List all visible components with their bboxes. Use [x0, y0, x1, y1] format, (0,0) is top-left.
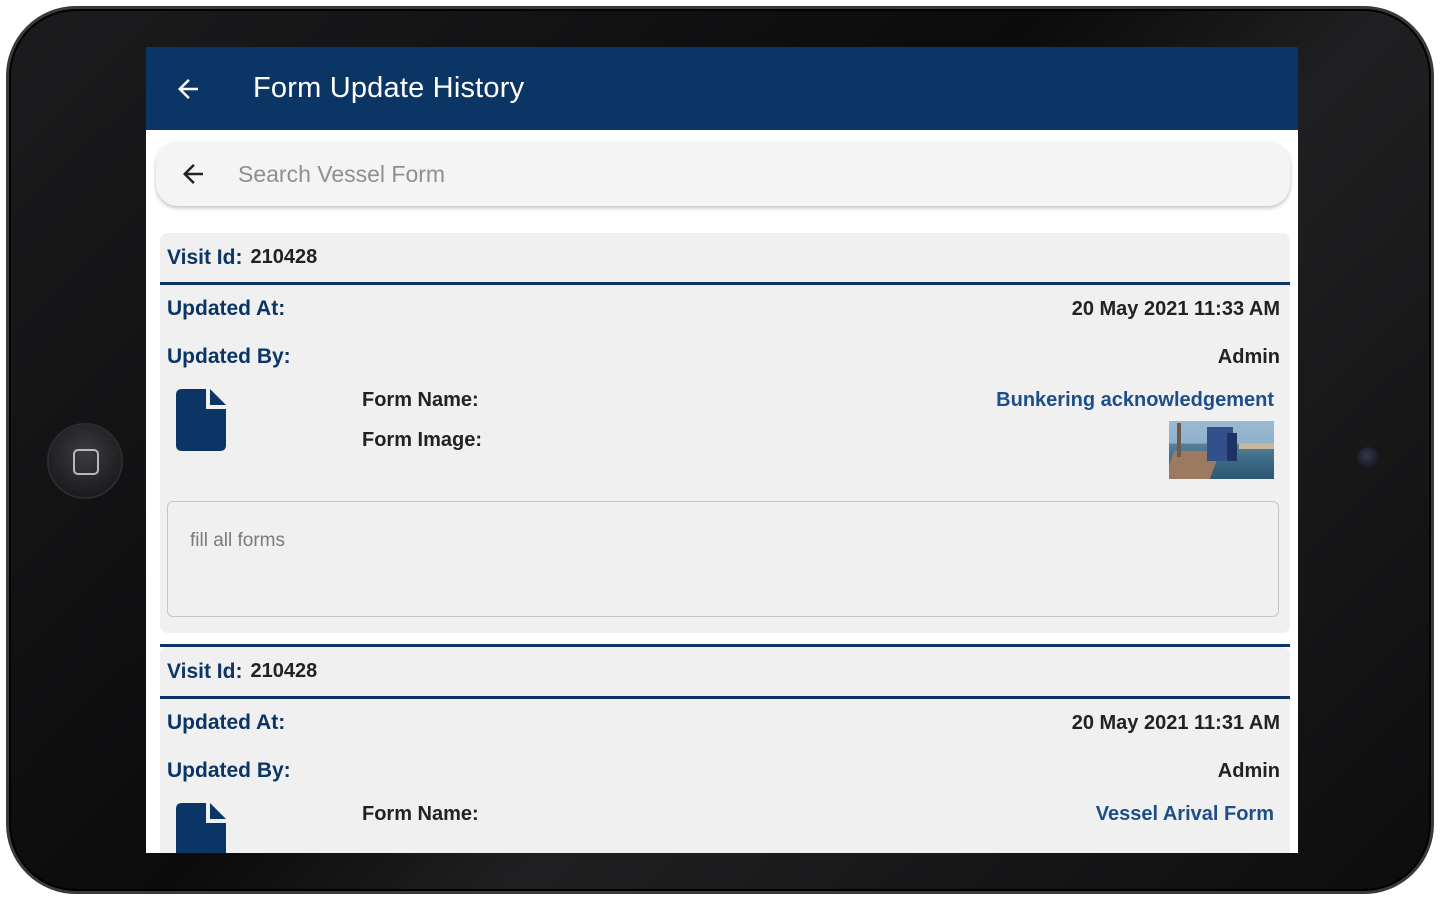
updated-by-label: Updated By: — [167, 759, 291, 782]
page-title: Form Update History — [253, 72, 525, 104]
back-button[interactable] — [170, 71, 206, 107]
updated-at-value: 20 May 2021 11:31 AM — [1071, 711, 1280, 734]
updated-at-row: Updated At: 20 May 2021 11:33 AM — [160, 285, 1290, 333]
updated-at-value: 20 May 2021 11:33 AM — [1071, 297, 1280, 320]
front-camera — [1357, 447, 1379, 469]
updated-at-label: Updated At: — [167, 297, 286, 320]
home-button[interactable] — [47, 423, 123, 499]
visit-id-value: 210428 — [250, 660, 318, 682]
updated-by-label: Updated By: — [167, 345, 291, 368]
arrow-back-icon — [183, 164, 203, 184]
form-image-label: Form Image: — [362, 429, 483, 451]
form-details: Form Name: Vessel Arival Form — [160, 795, 1290, 853]
history-card[interactable]: Visit Id: 210428 Updated At: 20 May 2021… — [160, 647, 1290, 853]
form-name-label: Form Name: — [362, 389, 479, 411]
app-bar: Form Update History — [146, 47, 1298, 130]
form-name-link[interactable]: Bunkering acknowledgement — [996, 389, 1274, 412]
visit-id-value: 210428 — [250, 246, 318, 268]
updated-by-value: Admin — [1217, 759, 1280, 782]
visit-id-row: Visit Id: 210428 — [160, 647, 1290, 699]
search-bar — [156, 142, 1290, 206]
search-input[interactable] — [238, 160, 1138, 188]
form-name-link[interactable]: Vessel Arival Form — [1096, 803, 1274, 826]
updated-by-value: Admin — [1217, 345, 1280, 368]
app-screen: Form Update History Visit Id: 210428 Upd… — [146, 47, 1298, 853]
form-image-thumbnail[interactable] — [1169, 421, 1274, 479]
visit-id-label: Visit Id: — [167, 659, 243, 683]
arrow-back-icon — [178, 78, 198, 99]
form-details: Form Name: Form Image: Bunkering acknowl… — [160, 381, 1290, 503]
updated-at-label: Updated At: — [167, 711, 286, 734]
updated-by-row: Updated By: Admin — [160, 333, 1290, 381]
home-square-icon — [73, 449, 99, 475]
remarks-field[interactable]: fill all forms — [167, 501, 1279, 617]
visit-id-row: Visit Id: 210428 — [160, 233, 1290, 285]
updated-by-row: Updated By: Admin — [160, 747, 1290, 795]
visit-id-label: Visit Id: — [167, 245, 243, 269]
search-container — [146, 130, 1298, 206]
search-back-button[interactable] — [176, 157, 210, 191]
document-icon — [176, 803, 226, 853]
form-name-label: Form Name: — [362, 803, 479, 825]
history-card[interactable]: Visit Id: 210428 Updated At: 20 May 2021… — [160, 233, 1290, 647]
updated-at-row: Updated At: 20 May 2021 11:31 AM — [160, 699, 1290, 747]
document-icon — [176, 389, 226, 451]
